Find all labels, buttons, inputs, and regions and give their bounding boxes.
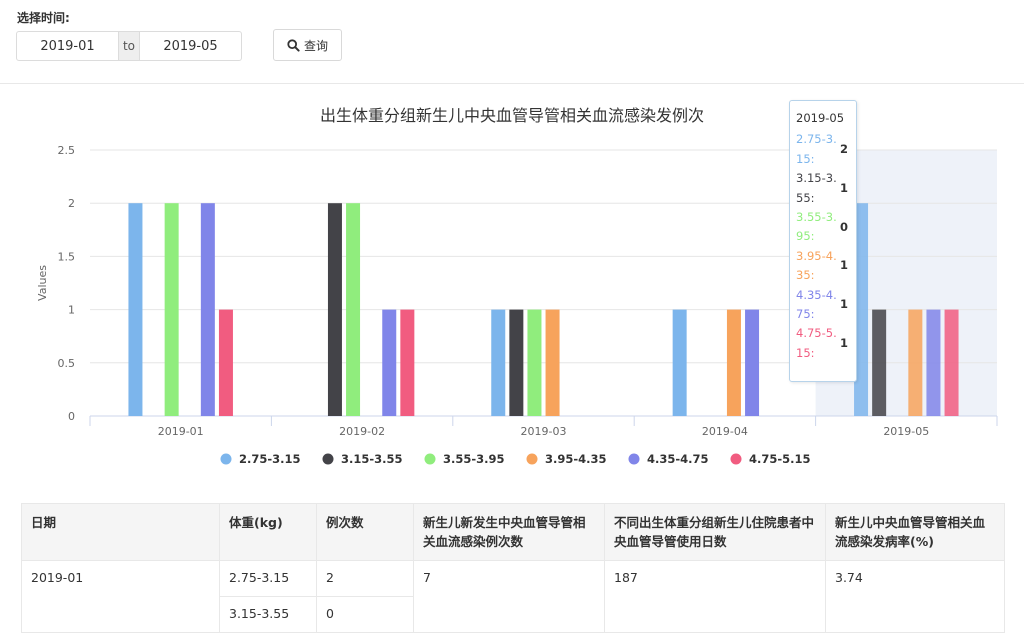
end-date-input[interactable]: 2019-05	[140, 32, 241, 60]
query-button-label: 查询	[303, 38, 328, 53]
x-tick-label: 2019-03	[521, 425, 567, 438]
bar	[926, 309, 941, 416]
legend-marker	[730, 453, 742, 465]
tooltip-series-value: 1	[839, 258, 848, 273]
tooltip-series-name: 3.55-3.95:	[796, 210, 837, 244]
cell-count: 2	[316, 560, 414, 597]
y-tick-label: 0.5	[58, 357, 76, 370]
cell-count: 0	[316, 596, 414, 633]
date-range-separator: to	[118, 32, 140, 60]
legend-label: 4.35-4.75	[647, 452, 709, 466]
bar	[872, 309, 887, 416]
cell-new-infections: 7	[413, 560, 605, 633]
header-date: 日期	[21, 503, 220, 561]
x-tick-label: 2019-04	[702, 425, 748, 438]
date-range-picker[interactable]: 2019-01 to 2019-05	[16, 31, 242, 61]
tooltip-series-value: 1	[839, 180, 848, 195]
tooltip-series-value: 2	[839, 142, 848, 157]
tooltip-series-value: 1	[839, 297, 848, 312]
filter-bar: 选择时间: 2019-01 to 2019-05 查询	[0, 0, 1024, 84]
legend-label: 3.55-3.95	[443, 452, 505, 466]
bar	[745, 309, 760, 416]
bar	[672, 309, 687, 416]
bar	[908, 309, 923, 416]
legend-marker	[220, 453, 232, 465]
bar	[128, 203, 143, 416]
tooltip-series-name: 3.15-3.55:	[796, 171, 837, 205]
chart-container: 出生体重分组新生儿中央血管导管相关血流感染发例次 Values 0 0.5 1 1.5 2 2…	[0, 84, 1024, 484]
data-table: 日期 体重(kg) 例次数 新生儿新发生中央血管导管相关血流感染例次数 不同出生…	[21, 503, 1005, 633]
tooltip-row: 3.55-3.95: 0	[796, 208, 850, 247]
tooltip-row: 4.35-4.75: 1	[796, 286, 850, 325]
bar	[509, 309, 524, 416]
bar	[491, 309, 506, 416]
tooltip-row: 3.95-4.35: 1	[796, 247, 850, 286]
legend-marker	[628, 453, 640, 465]
tooltip-series-value: 1	[839, 336, 848, 351]
bar	[527, 309, 542, 416]
header-infection-rate: 新生儿中央血管导管相关血流感染发病率(%)	[825, 503, 1005, 561]
search-icon	[287, 38, 300, 52]
legend-label: 2.75-3.15	[239, 452, 301, 466]
start-date-input[interactable]: 2019-01	[17, 32, 118, 60]
tooltip-title: 2019-05	[796, 111, 845, 125]
bar	[382, 309, 397, 416]
legend-marker	[424, 453, 436, 465]
header-count: 例次数	[316, 503, 414, 561]
legend-label: 3.95-4.35	[545, 452, 607, 466]
legend-label: 4.75-5.15	[749, 452, 811, 466]
tooltip-series-value: 0	[839, 219, 848, 234]
tooltip-series-name: 3.95-4.35:	[796, 248, 837, 283]
bar	[346, 203, 361, 416]
legend-label: 3.15-3.55	[341, 452, 403, 466]
x-tick-label: 2019-05	[883, 425, 929, 438]
time-filter-label: 选择时间:	[17, 11, 70, 25]
chart-tooltip: 2019-05 2.75-3.15: 2 3.15-3.55: 1 3.55-3.95:…	[789, 100, 857, 382]
tooltip-row: 4.75-5.15: 1	[796, 324, 850, 363]
tooltip-series-name: 4.35-4.75:	[796, 287, 837, 321]
y-tick-label: 2	[68, 197, 75, 210]
cell-infection-rate: 3.74	[825, 560, 1005, 633]
header-new-infections: 新生儿新发生中央血管导管相关血流感染例次数	[413, 503, 605, 561]
tooltip-row: 3.15-3.55: 1	[796, 169, 850, 208]
chart-title: 出生体重分组新生儿中央血管导管相关血流感染发例次	[320, 106, 704, 125]
bar	[400, 309, 415, 416]
cell-date: 2019-01	[21, 560, 220, 633]
header-weight: 体重(kg)	[219, 503, 317, 561]
bar-chart: 出生体重分组新生儿中央血管导管相关血流感染发例次Values00.511.522…	[36, 106, 998, 466]
cell-weight: 2.75-3.15	[219, 560, 317, 597]
bar	[327, 203, 342, 416]
header-catheter-days: 不同出生体重分组新生儿住院患者中央血管导管使用日数	[604, 503, 826, 561]
table-row: 2019-01 2.75-3.15 2 7 187 3.74	[21, 560, 1005, 633]
x-tick-label: 2019-02	[339, 425, 385, 438]
y-tick-label: 2.5	[58, 144, 76, 157]
y-tick-label: 0	[68, 410, 75, 423]
legend-marker	[322, 453, 334, 465]
bar	[164, 203, 179, 416]
bar	[944, 309, 959, 416]
bar	[726, 309, 741, 416]
y-tick-label: 1	[68, 304, 75, 317]
bar	[545, 309, 560, 416]
query-button[interactable]: 查询	[273, 29, 342, 61]
bar	[218, 309, 233, 416]
bar	[200, 203, 215, 416]
legend-marker	[526, 453, 538, 465]
x-tick-label: 2019-01	[158, 425, 204, 438]
tooltip-series-name: 2.75-3.15:	[796, 132, 837, 166]
tooltip-series-name: 4.75-5.15:	[796, 326, 837, 360]
y-tick-label: 1.5	[58, 250, 76, 263]
cell-weight: 3.15-3.55	[219, 596, 317, 633]
y-axis-label: Values	[36, 265, 49, 301]
cell-catheter-days: 187	[604, 560, 826, 633]
tooltip-row: 2.75-3.15: 2	[796, 130, 850, 169]
